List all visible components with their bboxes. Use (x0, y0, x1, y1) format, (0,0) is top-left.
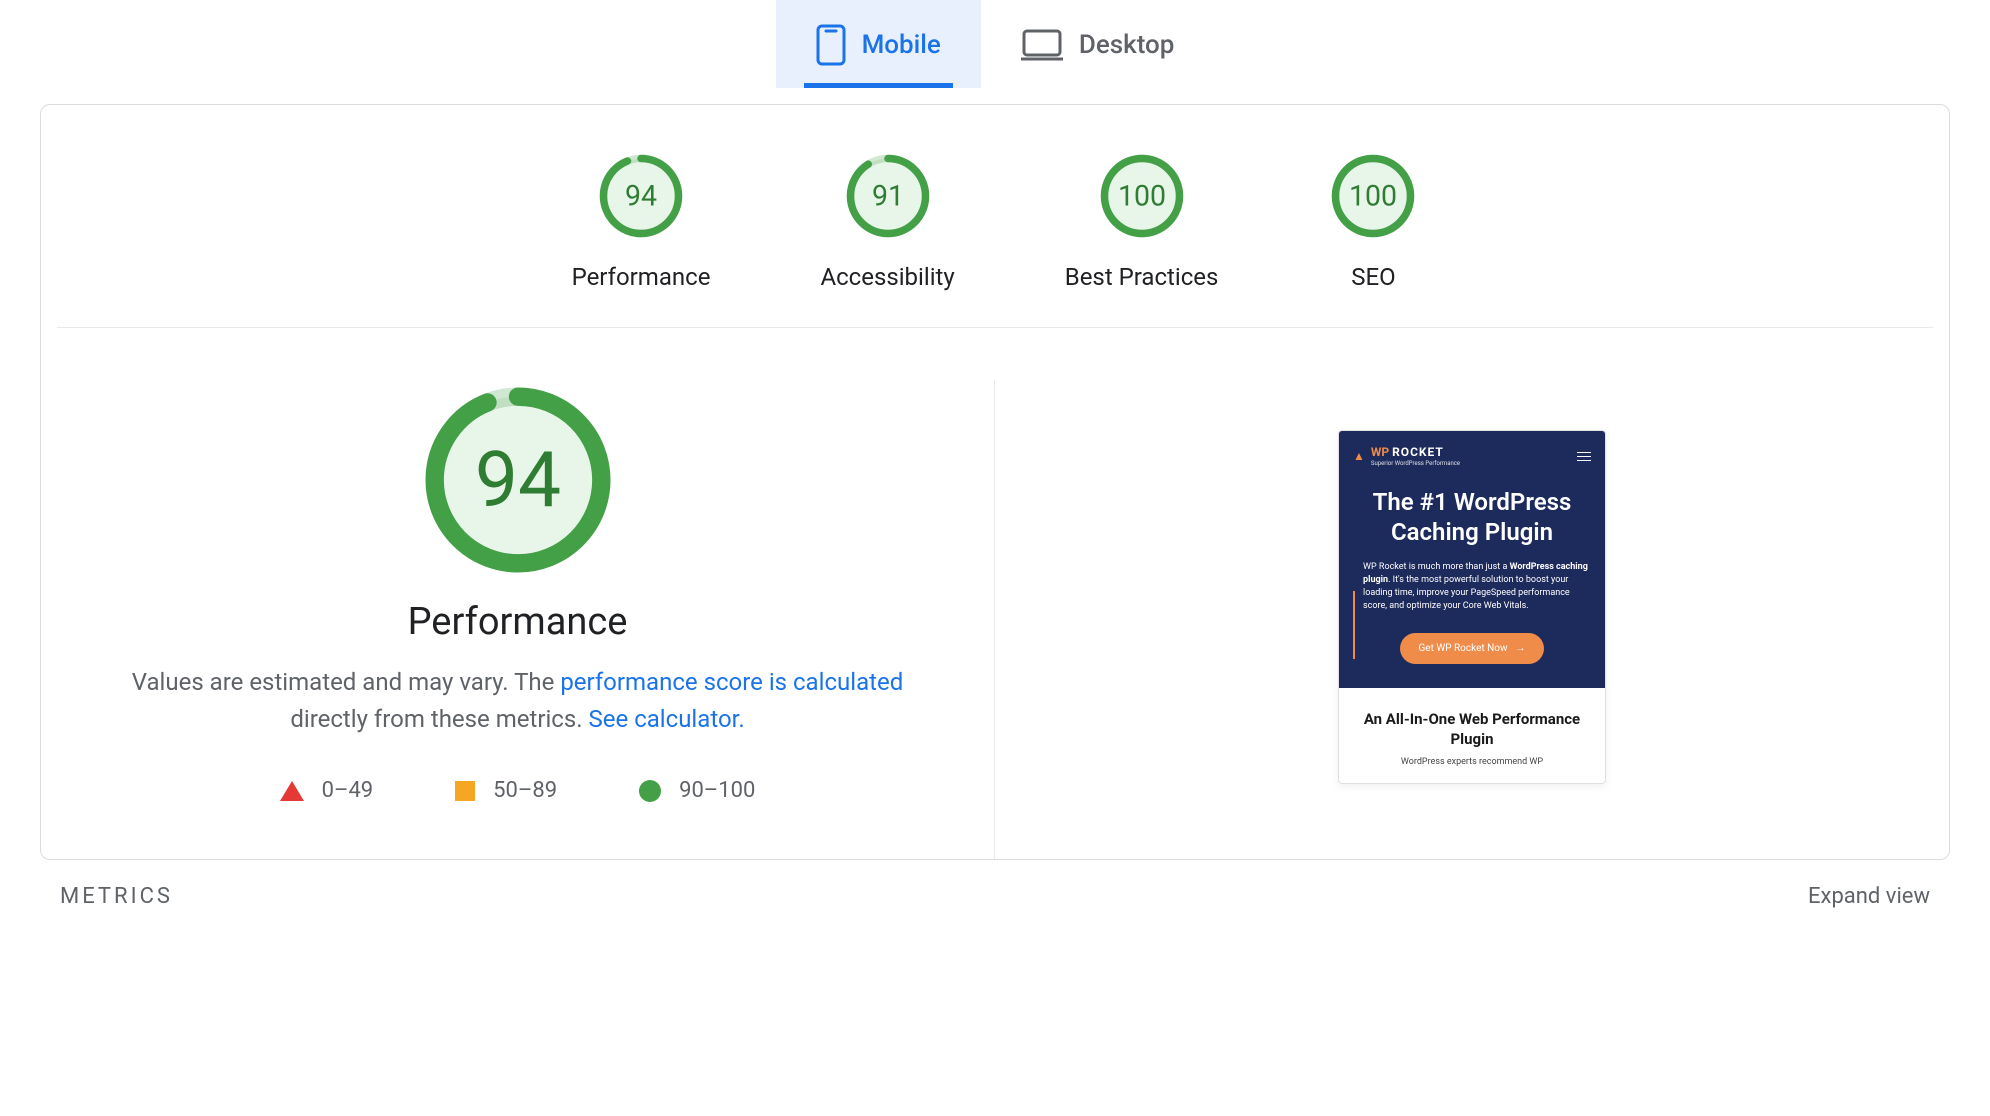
legend-average: 50–89 (455, 778, 557, 803)
preview-headline: The #1 WordPress Caching Plugin (1353, 487, 1591, 547)
gauge-label: SEO (1351, 263, 1395, 291)
preview-cta-button: Get WP Rocket Now → (1400, 633, 1543, 664)
svg-text:100: 100 (1349, 180, 1397, 213)
preview-sub-title: An All-In-One Web Performance Plugin (1353, 710, 1591, 749)
preview-hero: ▲ WP ROCKET Superior WordPress Performan… (1339, 431, 1605, 688)
preview-subsection: An All-In-One Web Performance Plugin Wor… (1339, 688, 1605, 783)
gauge-seo[interactable]: 100 SEO (1328, 151, 1418, 291)
triangle-icon (280, 781, 304, 801)
svg-text:94: 94 (474, 435, 560, 525)
svg-text:100: 100 (1118, 180, 1166, 213)
metrics-label: METRICS (60, 884, 173, 909)
gauge-ring: 100 (1097, 151, 1187, 241)
square-icon (455, 781, 475, 801)
gauge-ring: 100 (1328, 151, 1418, 241)
tab-desktop[interactable]: Desktop (981, 0, 1215, 88)
performance-detail-left: 94 Performance Values are estimated and … (41, 380, 995, 859)
preview-body: WP Rocket is much more than just a WordP… (1353, 561, 1591, 613)
svg-text:94: 94 (625, 180, 657, 213)
score-legend: 0–49 50–89 90–100 (280, 778, 756, 859)
preview-sub-tag: WordPress experts recommend WP (1353, 757, 1591, 767)
hamburger-icon (1577, 452, 1591, 461)
site-preview: ▲ WP ROCKET Superior WordPress Performan… (1338, 430, 1606, 784)
performance-detail: 94 Performance Values are estimated and … (41, 328, 1949, 859)
performance-big-gauge: 94 (418, 380, 618, 580)
preview-logo: ▲ WP ROCKET Superior WordPress Performan… (1353, 445, 1460, 467)
score-calc-link[interactable]: performance score is calculated (560, 668, 903, 696)
rocket-icon: ▲ (1353, 449, 1365, 463)
score-summary-row: 94 Performance 91 Accessibility 100 Best Prac… (57, 105, 1933, 328)
mobile-icon (816, 24, 846, 66)
circle-icon (639, 780, 661, 802)
tab-mobile-label: Mobile (862, 30, 941, 60)
results-card: 94 Performance 91 Accessibility 100 Best Prac… (40, 104, 1950, 860)
preview-accent-bar (1353, 591, 1355, 659)
legend-fail: 0–49 (280, 778, 374, 803)
expand-view-link[interactable]: Expand view (1808, 884, 1930, 909)
gauge-label: Best Practices (1065, 263, 1219, 291)
performance-detail-description: Values are estimated and may vary. The p… (118, 664, 918, 738)
arrow-right-icon: → (1516, 643, 1526, 654)
gauge-ring: 91 (843, 151, 933, 241)
gauge-label: Performance (572, 263, 711, 291)
desktop-icon (1021, 28, 1063, 62)
metrics-header: METRICS Expand view (40, 860, 1950, 917)
gauge-performance[interactable]: 94 Performance (572, 151, 711, 291)
site-preview-column: ▲ WP ROCKET Superior WordPress Performan… (995, 380, 1949, 859)
performance-detail-title: Performance (408, 600, 628, 644)
gauge-ring: 94 (596, 151, 686, 241)
preview-brand-bar: ▲ WP ROCKET Superior WordPress Performan… (1353, 445, 1591, 467)
gauge-label: Accessibility (820, 263, 954, 291)
gauge-accessibility[interactable]: 91 Accessibility (820, 151, 954, 291)
tab-desktop-label: Desktop (1079, 30, 1175, 60)
legend-good: 90–100 (639, 778, 755, 803)
device-tabs: Mobile Desktop (0, 0, 1990, 88)
tab-mobile[interactable]: Mobile (776, 0, 981, 88)
svg-text:91: 91 (872, 180, 904, 213)
gauge-best-practices[interactable]: 100 Best Practices (1065, 151, 1219, 291)
see-calculator-link[interactable]: See calculator. (589, 705, 745, 733)
